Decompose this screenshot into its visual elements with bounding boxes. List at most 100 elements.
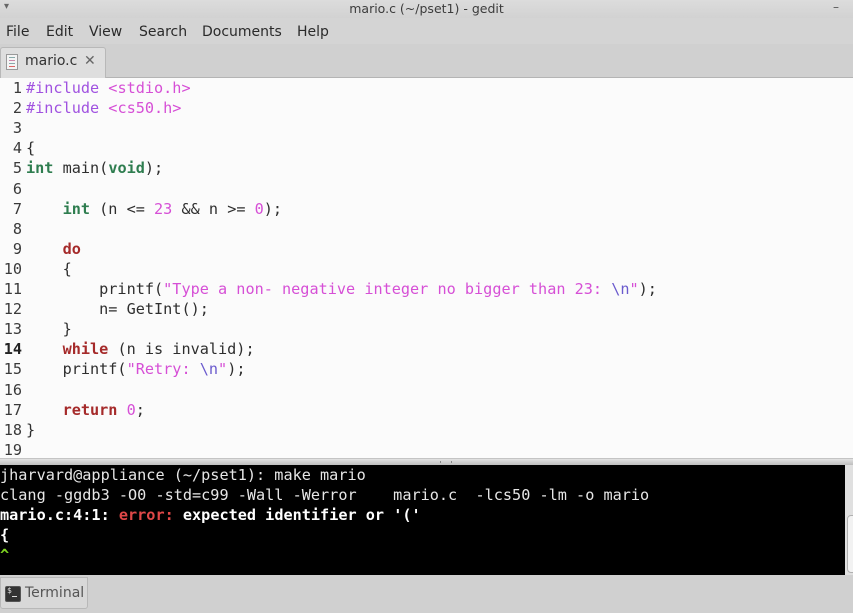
code-line[interactable]: 12 n= GetInt(); — [0, 300, 209, 320]
terminal-line: mario.c:4:1: error: expected identifier … — [0, 506, 421, 526]
window-titlebar: ▾ mario.c (~/pset1) - gedit – — [0, 0, 853, 18]
code-line[interactable]: 5 int main(void); — [0, 159, 163, 179]
code-token: 0 — [126, 400, 136, 419]
line-number: 10 — [3, 259, 22, 278]
terminal-pane[interactable]: jharvard@appliance (~/pset1): make mario… — [0, 465, 845, 575]
code-line[interactable]: 2 #include <cs50.h> — [0, 99, 182, 119]
menu-help[interactable]: Help — [297, 24, 329, 40]
line-number: 17 — [3, 400, 22, 419]
line-number: 14 — [3, 340, 22, 359]
code-token: && n >= — [172, 199, 255, 218]
code-token: (n is invalid); — [108, 340, 255, 359]
code-line[interactable]: 17 return 0; — [0, 401, 145, 421]
terminal-icon — [5, 586, 21, 602]
menu-documents[interactable]: Documents — [202, 24, 282, 40]
code-line[interactable]: 16 — [0, 381, 26, 401]
close-icon[interactable]: ✕ — [84, 53, 96, 69]
code-line[interactable]: 3 — [0, 119, 26, 139]
splitter-grip-icon[interactable] — [440, 461, 452, 463]
line-number: 13 — [3, 320, 22, 339]
code-token: int — [62, 199, 91, 218]
code-line[interactable]: 10 { — [0, 260, 72, 280]
line-number: 2 — [12, 99, 22, 118]
code-token: printf( — [26, 280, 164, 298]
terminal-text: mario.c:4:1: — [0, 506, 119, 525]
terminal-scrollbar-thumb[interactable] — [847, 515, 853, 573]
code-line[interactable]: 6 — [0, 180, 26, 200]
code-token: \n — [611, 280, 630, 298]
code-token: while — [62, 340, 109, 359]
tab-terminal[interactable]: Terminal — [0, 577, 88, 609]
line-number: 8 — [12, 219, 22, 238]
code-token: " — [218, 360, 228, 379]
code-token: printf( — [26, 360, 127, 379]
menu-edit[interactable]: Edit — [46, 24, 73, 40]
terminal-text: clang -ggdb3 -O0 -std=c99 -Wall -Werror … — [0, 486, 650, 505]
terminal-line: clang -ggdb3 -O0 -std=c99 -Wall -Werror … — [0, 486, 649, 506]
bottom-panel: Terminal — [0, 575, 853, 613]
line-number: 19 — [3, 440, 22, 459]
menu-file[interactable]: File — [6, 24, 29, 40]
tab-label: mario.c — [25, 53, 78, 69]
line-number: 16 — [3, 380, 22, 399]
terminal-tab-label: Terminal — [25, 585, 85, 601]
line-number: 11 — [3, 280, 22, 298]
line-number: 12 — [3, 300, 22, 319]
terminal-text: jharvard@appliance (~/pset1): make mario — [0, 466, 366, 484]
line-number: 18 — [3, 420, 22, 439]
code-line[interactable]: 18} — [0, 421, 35, 441]
code-token: { — [26, 259, 72, 278]
code-line[interactable]: 4{ — [0, 139, 35, 159]
line-number: 9 — [12, 239, 22, 258]
code-line[interactable]: 13 } — [0, 320, 72, 340]
line-number: 15 — [3, 360, 22, 379]
code-line[interactable]: 7 int (n <= 23 && n >= 0); — [0, 200, 282, 220]
code-token: " — [629, 280, 639, 298]
line-number: 4 — [12, 139, 22, 158]
code-token: { — [26, 139, 36, 158]
code-editor[interactable]: 1 #include <stdio.h> 2 #include <cs50.h> 3 4{… — [0, 78, 853, 460]
line-number: 1 — [12, 79, 22, 97]
document-tabbar: mario.c ✕ — [0, 44, 853, 79]
line-number: 6 — [12, 179, 22, 198]
code-token: } — [26, 320, 72, 339]
code-token: ); — [227, 360, 246, 379]
menubar: File Edit View Search Documents Help — [0, 20, 853, 44]
code-token: <cs50.h> — [108, 99, 182, 118]
terminal-text: { — [0, 526, 10, 545]
code-token: 0 — [254, 199, 264, 218]
code-token: "Type a non- negative integer no bigger … — [163, 280, 612, 298]
line-number: 5 — [12, 159, 22, 178]
minimize-button[interactable]: – — [833, 0, 839, 14]
tab-mario-c[interactable]: mario.c ✕ — [0, 47, 106, 79]
menu-view[interactable]: View — [89, 24, 122, 40]
code-line[interactable]: 14 while (n is invalid); — [0, 340, 255, 360]
code-line[interactable]: 11 printf("Type a non- negative integer … — [0, 280, 657, 300]
terminal-scrollbar[interactable] — [845, 465, 853, 575]
code-line[interactable]: 8 — [0, 220, 26, 240]
code-token: ; — [135, 400, 145, 419]
code-line[interactable]: 1 #include <stdio.h> — [0, 79, 191, 99]
code-token: "Retry: — [126, 360, 200, 379]
code-token: 23 — [154, 199, 173, 218]
code-token: int — [26, 159, 54, 178]
text-file-icon — [6, 54, 18, 70]
code-token: #include — [26, 79, 109, 97]
code-token: main( — [53, 159, 109, 178]
line-number: 7 — [12, 199, 22, 218]
terminal-text: error: — [118, 506, 183, 525]
code-token: void — [108, 159, 145, 178]
terminal-line: ^ — [0, 546, 9, 566]
terminal-line: { — [0, 526, 9, 546]
menu-search[interactable]: Search — [139, 24, 187, 40]
code-line[interactable]: 15 printf("Retry: \n"); — [0, 360, 246, 380]
code-token: do — [62, 239, 81, 258]
code-line[interactable]: 9 do — [0, 240, 81, 260]
code-token: ); — [263, 199, 283, 218]
code-token: } — [26, 420, 36, 439]
code-token: <stdio.h> — [108, 79, 191, 97]
